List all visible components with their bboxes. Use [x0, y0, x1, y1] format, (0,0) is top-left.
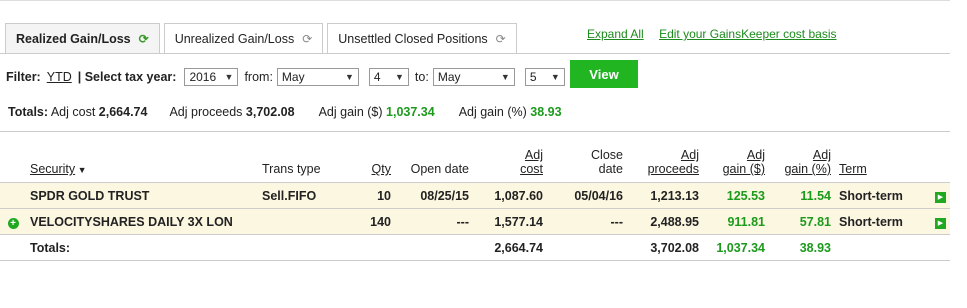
tab-label: Unsettled Closed Positions: [338, 31, 488, 46]
tax-year-value: 2016: [189, 70, 217, 84]
adj-gain-pct-value: 38.93: [530, 105, 562, 119]
to-month-value: May: [437, 70, 461, 84]
adj-cost-cell: 1,577.14: [473, 208, 547, 235]
adj-cost-cell: 1,087.60: [473, 182, 547, 209]
top-links: Expand All Edit your GainsKeeper cost ba…: [587, 27, 848, 41]
from-month-value: May: [281, 70, 305, 84]
adj-proceeds-label: Adj proceeds: [169, 105, 243, 119]
qty-cell: 140: [338, 208, 395, 235]
totals-adj-cost: 2,664.74: [473, 234, 547, 261]
expand-plus-icon[interactable]: +: [7, 217, 19, 229]
tab-unrealized[interactable]: Unrealized Gain/Loss ⟳: [163, 23, 324, 53]
tab-divider: [0, 53, 950, 54]
totals-adj-proceeds: 3,702.08: [627, 234, 703, 261]
refresh-icon[interactable]: ⟳: [496, 32, 506, 46]
play-icon[interactable]: ▶: [935, 192, 946, 203]
table-row[interactable]: SPDR GOLD TRUST Sell.FIFO 10 08/25/15 1,…: [0, 182, 950, 209]
filter-label: Filter:: [6, 70, 41, 84]
term-cell: Short-term: [835, 182, 927, 209]
from-day-select[interactable]: 4 ▼: [368, 68, 409, 86]
tab-unsettled[interactable]: Unsettled Closed Positions ⟳: [327, 23, 517, 53]
view-button[interactable]: View: [570, 60, 638, 88]
from-month-select[interactable]: May ▼: [276, 68, 359, 86]
open-date-cell: 08/25/15: [395, 182, 473, 209]
sort-desc-icon: ▼: [75, 165, 87, 175]
close-date-cell: 05/04/16: [547, 182, 627, 209]
qty-column-header[interactable]: Qty: [338, 144, 395, 183]
chevron-down-icon: ▼: [345, 72, 354, 82]
security-cell: VELOCITYSHARES DAILY 3X LON: [26, 208, 258, 235]
security-cell: SPDR GOLD TRUST: [26, 182, 258, 209]
tab-label: Realized Gain/Loss: [16, 32, 131, 46]
adj-gain-cell: 125.53: [703, 182, 769, 209]
open-date-cell: ---: [395, 208, 473, 235]
totals-label: Totals:: [8, 105, 49, 119]
edit-cost-basis-link[interactable]: Edit your GainsKeeper cost basis: [659, 27, 836, 41]
open-date-column-header: Open date: [410, 162, 469, 176]
to-label: to:: [414, 70, 429, 84]
adj-cost-value: 2,664.74: [98, 105, 148, 119]
totals-row: Totals: 2,664.74 3,702.08 1,037.34 38.93: [0, 234, 950, 261]
close-date-column-header: Close date: [591, 148, 623, 176]
to-day-value: 5: [529, 70, 537, 84]
adj-proceeds-column-header[interactable]: Adj proceeds: [627, 144, 703, 183]
adj-cost-label: Adj cost: [50, 105, 96, 119]
from-label: from:: [244, 70, 273, 84]
qty-cell: 10: [338, 182, 395, 209]
chevron-down-icon: ▼: [224, 72, 234, 82]
adj-gain-pct-cell: 57.81: [769, 208, 835, 235]
adj-proceeds-cell: 1,213.13: [627, 182, 703, 209]
tab-bar: Realized Gain/Loss ⟳ Unrealized Gain/Los…: [5, 23, 521, 54]
totals-summary: Totals: Adj cost 2,664.74 Adj proceeds 3…: [8, 105, 586, 119]
gain-loss-table: Security ▼ Trans type Qty Open date Adj c…: [0, 144, 950, 261]
totals-adj-gain-pct: 38.93: [769, 234, 835, 261]
trans-type-cell: Sell.FIFO: [258, 182, 338, 209]
chevron-down-icon: ▼: [500, 72, 510, 82]
chevron-down-icon: ▼: [550, 72, 560, 82]
tax-year-select[interactable]: 2016 ▼: [184, 68, 239, 86]
term-cell: Short-term: [835, 208, 927, 235]
trans-type-cell: [258, 208, 338, 235]
to-month-select[interactable]: May ▼: [432, 68, 515, 86]
ytd-link[interactable]: YTD: [47, 70, 72, 84]
trans-type-column-header: Trans type: [262, 162, 321, 176]
play-icon[interactable]: ▶: [935, 218, 946, 229]
chevron-down-icon: ▼: [395, 72, 404, 82]
security-column-header[interactable]: Security ▼: [26, 144, 258, 183]
section-divider: [0, 131, 950, 132]
table-row[interactable]: + VELOCITYSHARES DAILY 3X LON 140 --- 1,…: [0, 208, 950, 235]
adj-gain-pct-cell: 11.54: [769, 182, 835, 209]
expand-all-link[interactable]: Expand All: [587, 27, 644, 41]
adj-proceeds-cell: 2,488.95: [627, 208, 703, 235]
adj-gain-label: Adj gain ($): [318, 105, 383, 119]
adj-gain-column-header[interactable]: Adj gain ($): [703, 144, 769, 183]
to-day-select[interactable]: 5 ▼: [524, 68, 565, 86]
adj-gain-pct-column-header[interactable]: Adj gain (%): [769, 144, 835, 183]
totals-row-label: Totals:: [26, 234, 258, 261]
totals-adj-gain: 1,037.34: [703, 234, 769, 261]
adj-cost-column-header[interactable]: Adj cost: [473, 144, 547, 183]
refresh-icon[interactable]: ⟳: [302, 32, 312, 46]
adj-proceeds-value: 3,702.08: [245, 105, 295, 119]
adj-gain-value: 1,037.34: [386, 105, 435, 119]
term-column-header[interactable]: Term: [835, 144, 927, 183]
top-border: [0, 0, 950, 5]
tab-label: Unrealized Gain/Loss: [174, 31, 295, 46]
tax-year-label: | Select tax year:: [77, 70, 177, 84]
adj-gain-cell: 911.81: [703, 208, 769, 235]
from-day-value: 4: [373, 70, 381, 84]
table-header-row: Security ▼ Trans type Qty Open date Adj c…: [0, 144, 950, 183]
refresh-icon[interactable]: ⟳: [139, 32, 149, 46]
adj-gain-pct-label: Adj gain (%): [458, 105, 527, 119]
tab-realized[interactable]: Realized Gain/Loss ⟳: [5, 23, 160, 54]
close-date-cell: ---: [547, 208, 627, 235]
filter-bar: Filter: YTD | Select tax year: 2016 ▼ fro…: [6, 66, 571, 88]
